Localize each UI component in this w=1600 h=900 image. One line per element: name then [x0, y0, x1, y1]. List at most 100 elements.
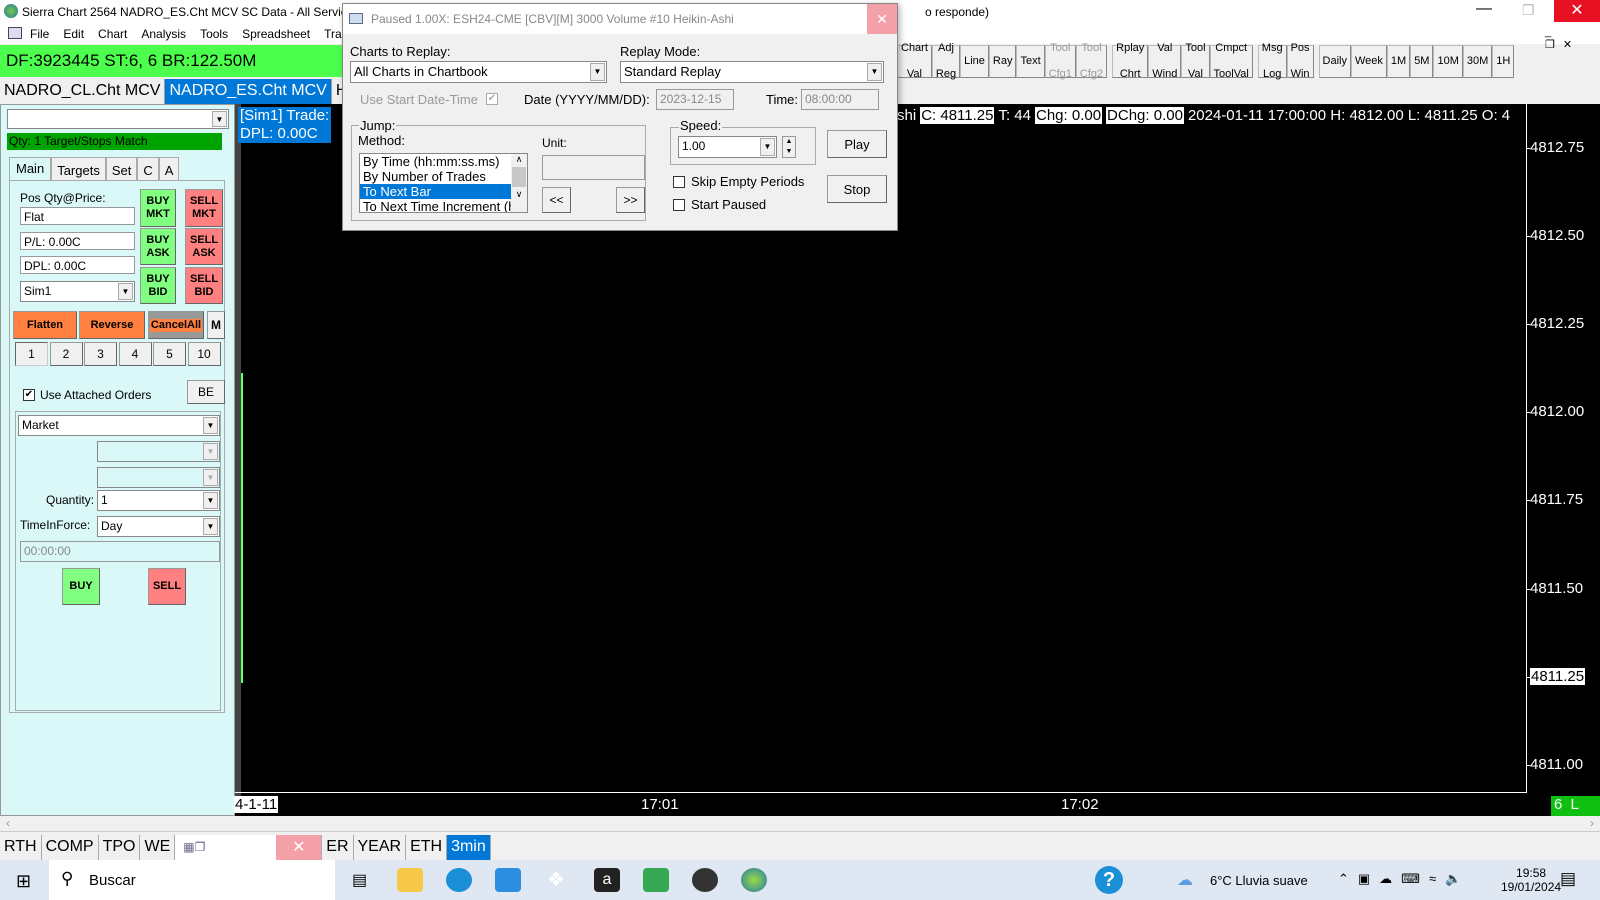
buy-button[interactable]: BUY: [62, 568, 100, 605]
reverse-button[interactable]: Reverse: [79, 311, 145, 339]
method-option[interactable]: By Time (hh:mm:ss.ms): [360, 154, 512, 169]
time-field[interactable]: 08:00:00: [801, 89, 879, 110]
toolbar-button-1h[interactable]: 1H: [1492, 45, 1515, 78]
tab-er[interactable]: ER: [322, 835, 354, 860]
toolbar-button-daily[interactable]: Daily: [1318, 45, 1351, 78]
close-button[interactable]: ✕: [1554, 0, 1600, 22]
toolbar-button-line[interactable]: Line: [960, 45, 989, 78]
breakeven-button[interactable]: BE: [187, 380, 225, 404]
menu-edit[interactable]: Edit: [63, 27, 84, 41]
qty-button-4[interactable]: 4: [118, 342, 152, 366]
tripadvisor-icon[interactable]: [643, 868, 669, 892]
date-field[interactable]: 2023-12-15: [656, 89, 734, 110]
toolbar-button-poswin[interactable]: Pos Win: [1286, 42, 1314, 80]
sell-button[interactable]: SELL: [148, 568, 186, 605]
tab-main[interactable]: Main: [9, 157, 52, 181]
maximize-button[interactable]: ❐: [1522, 2, 1535, 19]
taskbar-search[interactable]: ⚲ Buscar: [49, 860, 335, 900]
tab-c[interactable]: C: [137, 157, 159, 181]
use-start-checkbox[interactable]: ✔: [486, 93, 498, 105]
clock[interactable]: 19:58 19/01/2024: [1501, 866, 1561, 894]
method-option[interactable]: By Number of Trades: [360, 169, 512, 184]
tab-we[interactable]: WE: [140, 835, 176, 860]
method-option[interactable]: To Next Bar: [360, 184, 512, 199]
stop-button[interactable]: Stop: [827, 175, 887, 203]
price1-select[interactable]: ▼: [97, 441, 220, 462]
m-button[interactable]: M: [207, 311, 225, 339]
menu-chart[interactable]: Chart: [98, 27, 127, 41]
edge-icon[interactable]: [446, 868, 472, 892]
tab-3min[interactable]: 3min: [447, 835, 491, 860]
charts-to-replay-select[interactable]: All Charts in Chartbook ▼: [350, 61, 607, 83]
time-field[interactable]: 00:00:00: [20, 541, 220, 562]
toolbar-button-chartval[interactable]: Chart Val: [897, 42, 932, 80]
amazon-icon[interactable]: a: [594, 868, 620, 892]
horizontal-scrollbar[interactable]: ‹ ›: [0, 816, 1600, 832]
buy-bid-button[interactable]: BUY BID: [140, 267, 176, 304]
cancel-all-button[interactable]: CancelAll: [148, 311, 204, 339]
toolbar-button-5m[interactable]: 5M: [1410, 45, 1434, 78]
minimize-button[interactable]: —: [1476, 0, 1492, 18]
skip-empty-checkbox[interactable]: [673, 176, 685, 188]
tif-select[interactable]: Day ▼: [97, 516, 220, 537]
tab-nadro-cl[interactable]: NADRO_CL.Cht MCV: [0, 79, 166, 104]
jump-back-button[interactable]: <<: [542, 187, 571, 213]
sell-market-button[interactable]: SELL MKT: [185, 189, 223, 227]
toolbar-button-toolcfg1[interactable]: Tool Cfg1: [1044, 42, 1076, 80]
qty-button-1[interactable]: 1: [15, 342, 48, 366]
speed-select[interactable]: 1.00 ▼: [678, 136, 777, 158]
toolbar-button-adjreg[interactable]: Adj Reg: [931, 42, 961, 80]
toolbar-button-ray[interactable]: Ray: [988, 45, 1017, 78]
toolbar-button-valwind[interactable]: Val Wind: [1148, 42, 1182, 80]
tab-rth[interactable]: RTH: [0, 835, 42, 860]
tab-comp[interactable]: COMP: [41, 835, 99, 860]
mail-icon[interactable]: [495, 868, 521, 892]
tab-a[interactable]: A: [158, 157, 180, 181]
system-tray-icons[interactable]: ⌃▣☁⌨≈🔈: [1338, 871, 1470, 887]
replay-mode-select[interactable]: Standard Replay ▼: [620, 61, 884, 83]
unit-field[interactable]: [542, 155, 645, 180]
toolbar-button-cmpcttoolval[interactable]: Cmpct ToolVal: [1209, 42, 1253, 80]
dropbox-icon[interactable]: ❖: [547, 867, 565, 892]
use-attached-orders-checkbox[interactable]: ✔: [23, 389, 35, 401]
account-select[interactable]: Sim1 ▼: [20, 281, 135, 302]
tab-set[interactable]: Set: [105, 157, 138, 181]
qty-button-2[interactable]: 2: [49, 342, 83, 366]
mdi-controls[interactable]: _ ❐✕: [1545, 26, 1600, 51]
tab-tpo[interactable]: TPO: [98, 835, 141, 860]
qty-button-3[interactable]: 3: [84, 342, 117, 366]
buy-market-button[interactable]: BUY MKT: [140, 189, 176, 227]
method-list-scrollbar[interactable]: ∧ ∨: [511, 154, 527, 212]
price2-select[interactable]: ▼: [97, 467, 220, 488]
toolbar-button-30m[interactable]: 30M: [1462, 45, 1493, 78]
help-icon[interactable]: ?: [1095, 866, 1123, 894]
speed-spinner[interactable]: ▲ ▼: [782, 136, 796, 158]
toolbar-button-msglog[interactable]: Msg Log: [1257, 42, 1287, 80]
flatten-button[interactable]: Flatten: [13, 311, 77, 339]
sell-ask-button[interactable]: SELL ASK: [185, 228, 223, 265]
qty-button-5[interactable]: 5: [153, 342, 186, 366]
order-type-select[interactable]: Market ▼: [18, 415, 220, 436]
task-view-icon[interactable]: ▤: [352, 870, 367, 890]
notifications-icon[interactable]: ▤: [1560, 869, 1576, 889]
minimized-window[interactable]: ✕ ▦❐: [175, 835, 323, 860]
method-option[interactable]: To Next Time Increment (h: [360, 199, 512, 212]
tab-targets[interactable]: Targets: [51, 157, 106, 181]
qty-button-10[interactable]: 10: [187, 342, 221, 366]
menu-file[interactable]: File: [30, 27, 49, 41]
toolbar-button-week[interactable]: Week: [1350, 45, 1387, 78]
media-player-icon[interactable]: [692, 868, 718, 892]
toolbar-button-10m[interactable]: 10M: [1433, 45, 1463, 78]
play-button[interactable]: Play: [827, 130, 887, 158]
dialog-close-button[interactable]: ✕: [867, 4, 897, 34]
system-menu-icon[interactable]: [8, 27, 22, 39]
menu-spreadsheet[interactable]: Spreadsheet: [242, 27, 310, 41]
sell-bid-button[interactable]: SELL BID: [185, 267, 223, 304]
buy-ask-button[interactable]: BUY ASK: [140, 228, 176, 265]
menu-analysis[interactable]: Analysis: [141, 27, 186, 41]
tab-eth[interactable]: ETH: [406, 835, 448, 860]
quantity-select[interactable]: 1 ▼: [97, 490, 220, 511]
toolbar-button-toolval[interactable]: Tool Val: [1181, 42, 1210, 80]
toolbar-button-toolcfg2[interactable]: Tool Cfg2: [1075, 42, 1108, 80]
toolbar-button-rplaychrt[interactable]: Rplay Chrt: [1112, 42, 1149, 80]
